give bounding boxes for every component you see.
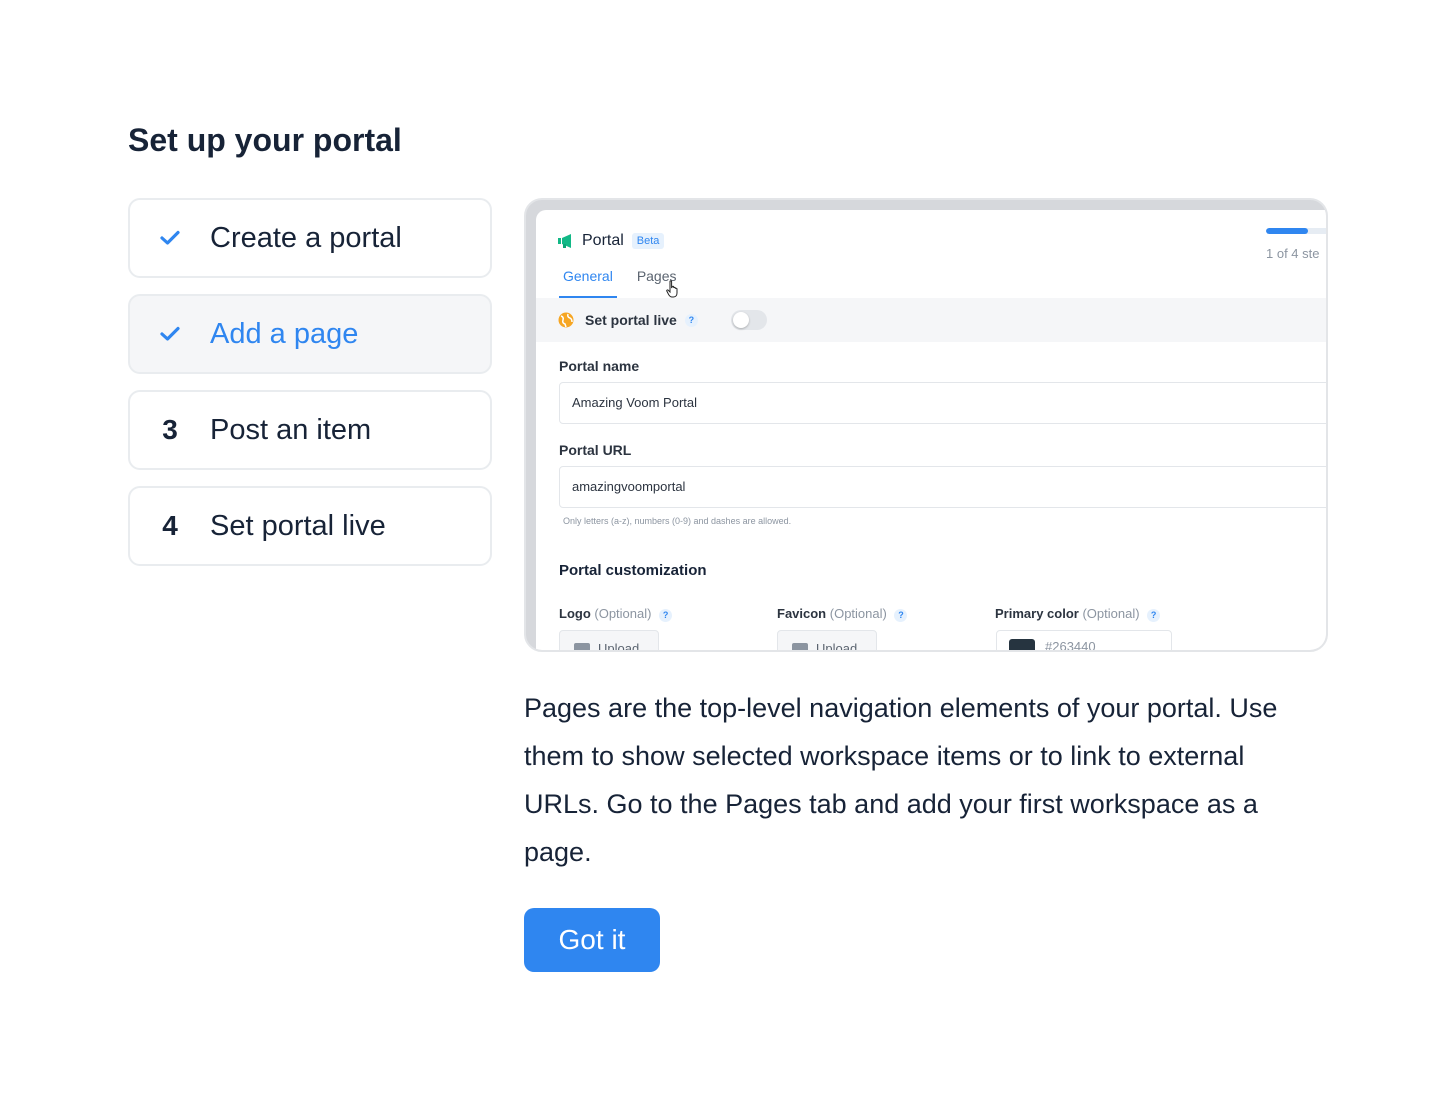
steps-list: Create a portal Add a page 3 Post an ite… [128, 198, 492, 582]
image-icon [792, 643, 808, 650]
hand-cursor-icon [666, 280, 678, 298]
page-title: Set up your portal [128, 122, 402, 158]
help-icon[interactable]: ? [659, 609, 673, 622]
got-it-button[interactable]: Got it [524, 908, 660, 972]
color-swatch [1009, 639, 1035, 650]
globe-icon [558, 312, 574, 328]
step-description: Pages are the top-level navigation eleme… [524, 693, 1278, 867]
step-set-live[interactable]: 4 Set portal live [128, 486, 492, 566]
portal-url-label: Portal URL [559, 442, 632, 458]
step-post-item[interactable]: 3 Post an item [128, 390, 492, 470]
step-number: 4 [162, 510, 178, 541]
favicon-label: Favicon (Optional) ? [777, 606, 908, 622]
set-live-label: Set portal live [585, 312, 677, 328]
portal-name-label: Portal name [559, 358, 640, 374]
portal-name-input[interactable]: Amazing Voom Portal [559, 382, 1326, 424]
live-toggle[interactable] [730, 310, 767, 330]
logo-upload-button[interactable]: Upload [559, 630, 659, 650]
preview-screenshot: Portal Beta 1 of 4 ste General Pages Set… [524, 198, 1328, 652]
step-create-portal[interactable]: Create a portal [128, 198, 492, 278]
image-icon [574, 643, 590, 650]
portal-title: Portal [582, 232, 624, 249]
step-add-page[interactable]: Add a page [128, 294, 492, 374]
step-label: Post an item [210, 413, 372, 446]
primary-color-label: Primary color (Optional) ? [995, 606, 1161, 622]
megaphone-icon [558, 234, 571, 248]
check-icon [130, 326, 210, 342]
step-label: Set portal live [210, 509, 386, 542]
preview-window: Portal Beta 1 of 4 ste General Pages Set… [536, 210, 1326, 650]
portal-url-input[interactable]: amazingvoomportal [559, 466, 1326, 508]
check-icon [130, 230, 210, 246]
favicon-upload-button[interactable]: Upload [777, 630, 877, 650]
step-label: Create a portal [210, 221, 402, 254]
help-icon[interactable]: ? [684, 313, 698, 327]
customization-title: Portal customization [559, 562, 707, 579]
logo-label: Logo (Optional) ? [559, 606, 673, 622]
help-icon[interactable]: ? [1147, 609, 1161, 622]
step-label: Add a page [210, 317, 359, 350]
url-hint: Only letters (a-z), numbers (0-9) and da… [563, 516, 792, 526]
preview-header: Portal Beta [558, 232, 665, 250]
beta-badge: Beta [631, 233, 665, 249]
help-icon[interactable]: ? [894, 609, 908, 622]
progress-text: 1 of 4 ste [1266, 246, 1320, 261]
progress-indicator: 1 of 4 ste [1266, 228, 1326, 261]
primary-color-input[interactable]: #263440 [996, 630, 1172, 650]
step-number: 3 [162, 414, 178, 445]
tab-general[interactable]: General [559, 268, 617, 298]
progress-bar [1266, 228, 1326, 234]
set-live-row: Set portal live ? [536, 298, 1326, 342]
